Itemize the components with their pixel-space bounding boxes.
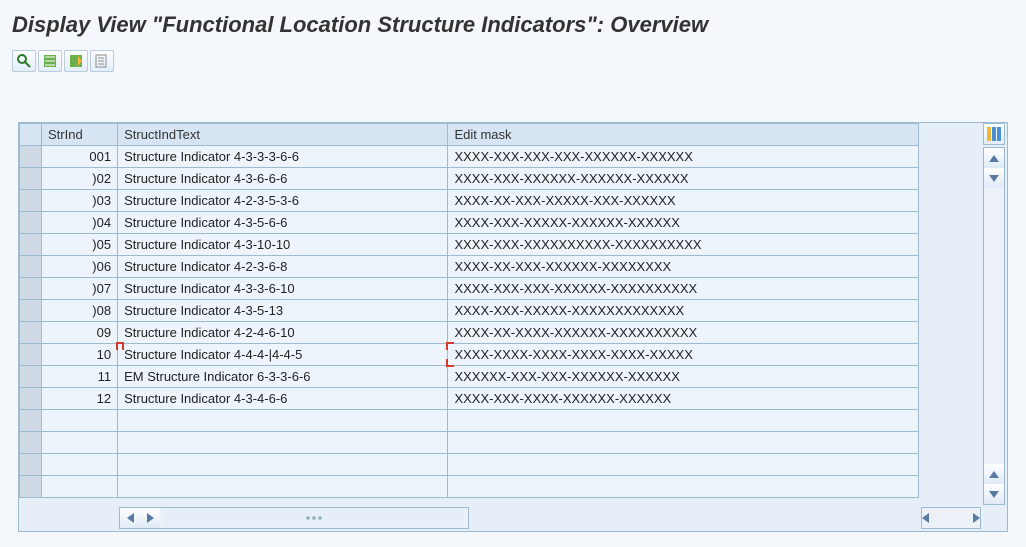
table-row[interactable]: )07Structure Indicator 4-3-3-6-10XXXX-XX… [20,278,919,300]
cell-strind[interactable]: 10 [42,344,118,366]
cell-strind[interactable]: )08 [42,300,118,322]
cell-text[interactable]: Structure Indicator 4-4-4-|4-4-5 [118,344,448,366]
scroll-page-down-icon[interactable] [984,484,1004,504]
page-title: Display View "Functional Location Struct… [12,12,708,37]
scroll-left-2-icon[interactable] [922,513,929,523]
cell-text[interactable]: Structure Indicator 4-2-4-6-10 [118,322,448,344]
vertical-scrollbar[interactable] [983,147,1005,505]
cell-strind[interactable]: 09 [42,322,118,344]
cell-mask[interactable]: XXXX-XXX-XXXXX-XXXXXXXXXXXXX [448,300,919,322]
scroll-right-2-icon[interactable] [973,513,980,523]
cell-mask[interactable]: XXXX-XX-XXXX-XXXXXX-XXXXXXXXXX [448,322,919,344]
details-icon[interactable] [12,50,36,72]
row-selector[interactable] [20,168,42,190]
horizontal-scrollbar-2[interactable] [921,507,981,529]
print-icon[interactable] [90,50,114,72]
cell-strind[interactable]: )04 [42,212,118,234]
table-row-empty [20,432,919,454]
row-selector[interactable] [20,146,42,168]
row-selector[interactable] [20,234,42,256]
toolbar [0,46,1026,84]
row-selector[interactable] [20,212,42,234]
cell-strind[interactable]: )05 [42,234,118,256]
table-row-empty [20,454,919,476]
horizontal-scrollbar[interactable] [119,507,469,529]
table-row[interactable]: )08Structure Indicator 4-3-5-13XXXX-XXX-… [20,300,919,322]
scroll-left-icon[interactable] [120,508,140,528]
cell-text[interactable]: Structure Indicator 4-2-3-6-8 [118,256,448,278]
cell-mask[interactable]: XXXX-XXX-XXXX-XXXXXX-XXXXXX [448,388,919,410]
column-header-mask[interactable]: Edit mask [448,124,919,146]
data-grid[interactable]: StrInd StructIndText Edit mask 001Struct… [19,123,919,498]
cell-strind[interactable]: )06 [42,256,118,278]
cell-strind[interactable]: 001 [42,146,118,168]
deselect-all-icon[interactable] [64,50,88,72]
cell-mask[interactable]: XXXXXX-XXX-XXX-XXXXXX-XXXXXX [448,366,919,388]
row-selector[interactable] [20,344,42,366]
row-selector[interactable] [20,300,42,322]
cell-text[interactable]: EM Structure Indicator 6-3-3-6-6 [118,366,448,388]
row-selector[interactable] [20,256,42,278]
table-row[interactable]: 001Structure Indicator 4-3-3-3-6-6XXXX-X… [20,146,919,168]
table-row[interactable]: )04Structure Indicator 4-3-5-6-6XXXX-XXX… [20,212,919,234]
table-row[interactable]: )03Structure Indicator 4-2-3-5-3-6XXXX-X… [20,190,919,212]
cell-mask[interactable]: XXXX-XXX-XXXXXXXXXX-XXXXXXXXXX [448,234,919,256]
cell-text[interactable]: Structure Indicator 4-3-4-6-6 [118,388,448,410]
select-all-icon[interactable] [38,50,62,72]
cell-strind[interactable]: )07 [42,278,118,300]
cell-mask[interactable]: XXXX-XX-XXX-XXXXXX-XXXXXXXX [448,256,919,278]
column-header-text[interactable]: StructIndText [118,124,448,146]
column-header-selector[interactable] [20,124,42,146]
cell-mask[interactable]: XXXX-XX-XXX-XXXXX-XXX-XXXXXX [448,190,919,212]
cell-strind[interactable]: )02 [42,168,118,190]
table-row[interactable]: 10Structure Indicator 4-4-4-|4-4-5XXXX-X… [20,344,919,366]
cell-mask[interactable]: XXXX-XXXX-XXXX-XXXX-XXXX-XXXXX [448,344,919,366]
table-row[interactable]: )06Structure Indicator 4-2-3-6-8XXXX-XX-… [20,256,919,278]
cell-text[interactable]: Structure Indicator 4-3-10-10 [118,234,448,256]
scroll-page-up-icon[interactable] [984,464,1004,484]
table-row[interactable]: )02Structure Indicator 4-3-6-6-6XXXX-XXX… [20,168,919,190]
cell-strind[interactable]: )03 [42,190,118,212]
cell-text[interactable]: Structure Indicator 4-3-3-6-10 [118,278,448,300]
table-container: StrInd StructIndText Edit mask 001Struct… [18,122,1008,532]
row-selector[interactable] [20,190,42,212]
cell-mask[interactable]: XXXX-XXX-XXX-XXXXXX-XXXXXXXXXX [448,278,919,300]
table-row[interactable]: )05Structure Indicator 4-3-10-10XXXX-XXX… [20,234,919,256]
cell-text[interactable]: Structure Indicator 4-3-5-13 [118,300,448,322]
cell-mask[interactable]: XXXX-XXX-XXXXX-XXXXXX-XXXXXX [448,212,919,234]
title-bar: Display View "Functional Location Struct… [0,0,1026,46]
scroll-down-icon[interactable] [984,168,1004,188]
table-row[interactable]: 09Structure Indicator 4-2-4-6-10XXXX-XX-… [20,322,919,344]
cell-text[interactable]: Structure Indicator 4-2-3-5-3-6 [118,190,448,212]
scroll-thumb[interactable] [164,509,464,527]
table-row-empty [20,410,919,432]
column-header-strind[interactable]: StrInd [42,124,118,146]
cell-text[interactable]: Structure Indicator 4-3-6-6-6 [118,168,448,190]
row-selector[interactable] [20,278,42,300]
row-selector[interactable] [20,322,42,344]
row-selector[interactable] [20,388,42,410]
scroll-right-icon[interactable] [140,508,160,528]
table-row-empty [20,476,919,498]
cell-strind[interactable]: 11 [42,366,118,388]
table-settings-icon[interactable] [983,123,1005,145]
scroll-up-icon[interactable] [984,148,1004,168]
table-row[interactable]: 12Structure Indicator 4-3-4-6-6XXXX-XXX-… [20,388,919,410]
cell-mask[interactable]: XXXX-XXX-XXXXXX-XXXXXX-XXXXXX [448,168,919,190]
cell-text[interactable]: Structure Indicator 4-3-3-3-6-6 [118,146,448,168]
table-row[interactable]: 11EM Structure Indicator 6-3-3-6-6XXXXXX… [20,366,919,388]
cell-mask[interactable]: XXXX-XXX-XXX-XXX-XXXXXX-XXXXXX [448,146,919,168]
cell-strind[interactable]: 12 [42,388,118,410]
row-selector[interactable] [20,366,42,388]
cell-text[interactable]: Structure Indicator 4-3-5-6-6 [118,212,448,234]
